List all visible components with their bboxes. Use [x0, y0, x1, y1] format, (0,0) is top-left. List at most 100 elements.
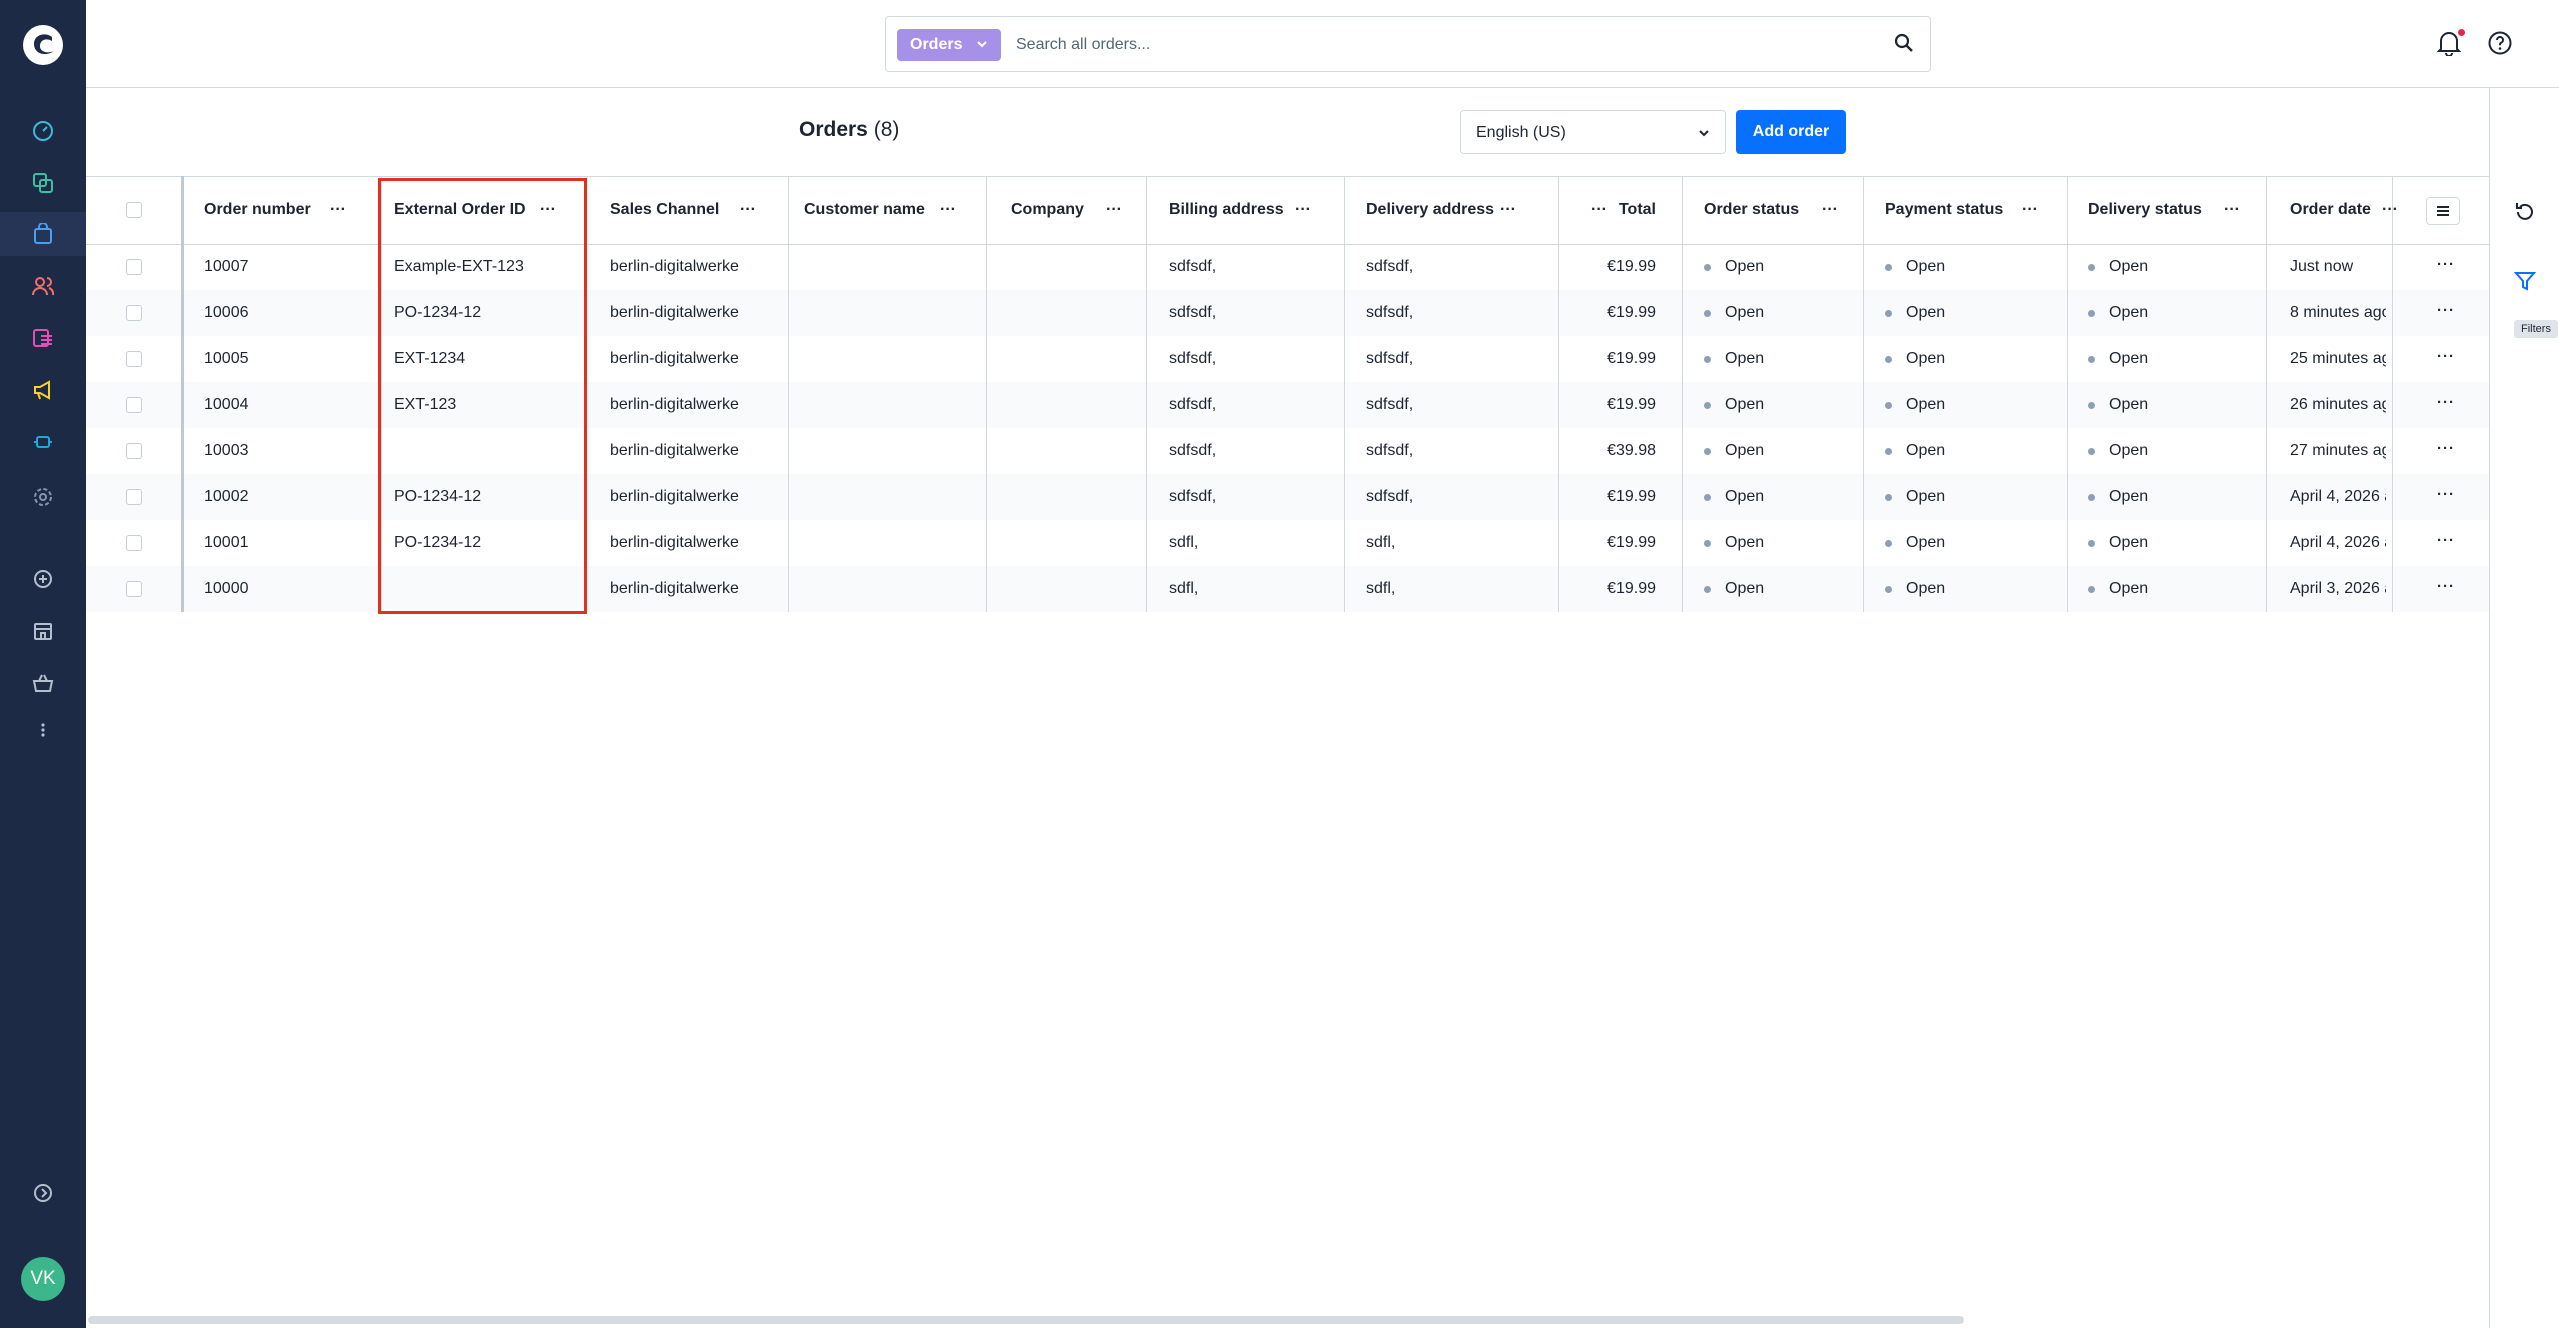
cell-text: Open [1906, 350, 1946, 367]
table-cell-order-date: April 3, 2026 a [2290, 566, 2386, 612]
cell-text: 27 minutes ago [2290, 442, 2386, 459]
row-actions-icon[interactable]: ··· [2437, 440, 2455, 457]
table-cell-order-status: Open [1704, 244, 1894, 290]
column-header-label: Billing address [1169, 201, 1284, 218]
table-cell-company [1011, 428, 1171, 474]
column-menu-icon[interactable]: ··· [2382, 176, 2398, 244]
row-checkbox[interactable] [126, 351, 142, 367]
table-cell-company [1011, 290, 1171, 336]
table-cell-delivery: sdfsdf, [1366, 474, 1556, 520]
extensions-icon[interactable] [28, 427, 58, 457]
column-menu-icon[interactable]: ··· [1822, 176, 1838, 244]
table-cell-sales-channel: berlin-digitalwerke [610, 428, 800, 474]
right-sidebar [2489, 88, 2559, 1328]
column-header[interactable]: Sales Channel [610, 176, 820, 244]
row-actions-icon[interactable]: ··· [2437, 302, 2455, 319]
status-dot [2088, 263, 2095, 271]
row-checkbox[interactable] [126, 489, 142, 505]
add-icon[interactable] [28, 564, 58, 594]
row-actions-icon[interactable]: ··· [2437, 256, 2455, 273]
row-checkbox[interactable] [126, 305, 142, 321]
column-menu-icon[interactable]: ··· [940, 176, 956, 244]
row-checkbox[interactable] [126, 581, 142, 597]
column-menu-icon[interactable]: ··· [330, 176, 346, 244]
filter-icon[interactable] [2514, 270, 2536, 292]
cell-text: April 4, 2026 a [2290, 534, 2386, 551]
table-cell-order-number: 10007 [204, 244, 354, 290]
table-cell-order-date: 25 minutes ago [2290, 336, 2386, 382]
cell-text: sdfl, [1366, 580, 1396, 597]
refresh-icon[interactable] [2514, 201, 2536, 223]
more-icon[interactable] [28, 715, 58, 745]
column-menu-icon[interactable]: ··· [2224, 176, 2240, 244]
basket-icon[interactable] [28, 668, 58, 698]
help-icon[interactable] [2487, 30, 2513, 56]
column-header[interactable]: Order status [1704, 176, 1914, 244]
cell-text: sdfsdf, [1366, 304, 1414, 321]
column-menu-icon[interactable]: ··· [1500, 176, 1516, 244]
search-input[interactable] [1016, 29, 1866, 61]
column-header[interactable]: Company [1011, 176, 1191, 244]
column-menu-icon[interactable]: ··· [1106, 176, 1122, 244]
row-checkbox[interactable] [126, 443, 142, 459]
search-type-dropdown[interactable]: Orders [897, 29, 1001, 61]
add-order-button[interactable]: Add order [1736, 110, 1846, 154]
dashboard-icon[interactable] [28, 116, 58, 146]
cell-text: sdfsdf, [1169, 488, 1217, 505]
status-dot [1885, 493, 1892, 501]
column-header[interactable]: Order date [2290, 176, 2446, 244]
catalog-icon[interactable] [28, 168, 58, 198]
column-header[interactable]: Delivery address [1366, 176, 1576, 244]
table-cell-total: €19.99 [1546, 566, 1656, 612]
storefront-icon[interactable] [28, 616, 58, 646]
column-header[interactable]: Payment status [1885, 176, 2095, 244]
status-dot [1885, 263, 1892, 271]
scrollbar-thumb[interactable] [88, 1316, 1964, 1324]
marketing-icon[interactable] [28, 375, 58, 405]
table-cell-delivery: sdfsdf, [1366, 244, 1556, 290]
table-cell-delivery: sdfsdf, [1366, 290, 1556, 336]
column-header-label: Customer name [804, 201, 925, 218]
column-header[interactable]: Delivery status [2088, 176, 2298, 244]
column-header[interactable]: Customer name [804, 176, 1014, 244]
topbar: Orders [86, 0, 2559, 88]
cell-text: Open [2109, 534, 2149, 551]
settings-icon[interactable] [28, 482, 58, 512]
row-actions-icon[interactable]: ··· [2437, 578, 2455, 595]
row-checkbox[interactable] [126, 259, 142, 275]
row-actions-icon[interactable]: ··· [2437, 486, 2455, 503]
table-cell-delivery-status: Open [2088, 382, 2278, 428]
collapse-icon[interactable] [28, 1178, 58, 1208]
horizontal-scrollbar[interactable] [86, 1312, 2489, 1328]
language-select-value: English (US) [1476, 124, 1566, 141]
column-header[interactable]: Billing address [1169, 176, 1379, 244]
shopware-logo[interactable] [22, 24, 64, 66]
avatar[interactable]: VK [21, 1257, 65, 1301]
row-actions-icon[interactable]: ··· [2437, 532, 2455, 549]
table-cell-payment-status: Open [1885, 244, 2075, 290]
chevron-down-icon [1699, 130, 1709, 137]
language-select[interactable]: English (US) [1460, 110, 1726, 154]
column-menu-icon[interactable]: ··· [2022, 176, 2038, 244]
customers-icon[interactable] [28, 271, 58, 301]
grid-settings-button[interactable] [2426, 197, 2460, 225]
row-checkbox[interactable] [126, 535, 142, 551]
table-cell-sales-channel: berlin-digitalwerke [610, 520, 800, 566]
column-menu-icon[interactable]: ··· [740, 176, 756, 244]
table-cell-billing: sdfsdf, [1169, 382, 1359, 428]
column-header[interactable]: Order number [204, 176, 374, 244]
select-all-checkbox[interactable] [126, 202, 142, 218]
app: VK Orders Orders (8) English (US) Add or… [0, 0, 2559, 1328]
column-header-label: Order status [1704, 201, 1800, 218]
row-actions-icon[interactable]: ··· [2437, 394, 2455, 411]
row-checkbox[interactable] [126, 397, 142, 413]
table-cell-delivery: sdfsdf, [1366, 428, 1556, 474]
column-menu-icon[interactable]: ··· [1295, 176, 1311, 244]
content-icon[interactable] [28, 323, 58, 353]
row-actions-icon[interactable]: ··· [2437, 348, 2455, 365]
orders-icon[interactable] [28, 219, 58, 249]
column-menu-icon[interactable]: ··· [1591, 176, 1607, 244]
table-cell-order-number: 10004 [204, 382, 354, 428]
search-icon[interactable] [1894, 33, 1914, 53]
table-cell-sales-channel: berlin-digitalwerke [610, 336, 800, 382]
